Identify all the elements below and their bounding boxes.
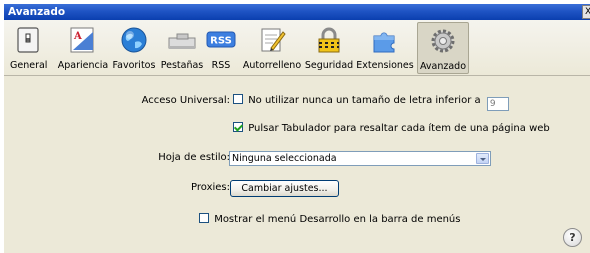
help-button[interactable]: ? — [563, 228, 582, 247]
tabs-icon — [167, 26, 197, 54]
tab-autorrelleno-label: Autorrelleno — [242, 60, 302, 71]
tab-highlight-text: Pulsar Tabulador para resaltar cada ítem… — [248, 123, 550, 134]
develop-menu-text: Mostrar el menú Desarrollo en la barra d… — [214, 214, 461, 225]
develop-menu-checkbox[interactable] — [199, 213, 209, 223]
switch-icon — [13, 26, 43, 54]
change-settings-button[interactable]: Cambiar ajustes... — [230, 180, 339, 197]
tab-extensiones[interactable]: Extensiones — [355, 22, 415, 74]
window-title: Avanzado — [8, 6, 66, 18]
tab-extensiones-label: Extensiones — [356, 60, 414, 71]
preferences-toolbar: General A Apariencia Favoritos Pestañas … — [4, 20, 590, 76]
tab-general-label: General — [10, 60, 48, 71]
tab-seguridad[interactable]: Seguridad — [304, 22, 354, 74]
svg-text:A: A — [73, 31, 82, 42]
stylesheet-value: Ninguna seleccionada — [232, 153, 337, 164]
proxies-label: Proxies: — [191, 182, 230, 193]
tab-rss[interactable]: RSS RSS — [206, 22, 236, 74]
tab-avanzado[interactable]: Avanzado — [417, 22, 469, 74]
tab-favoritos-label: Favoritos — [112, 60, 156, 71]
lock-icon — [314, 26, 344, 54]
min-font-text: No utilizar nunca un tamaño de letra inf… — [248, 95, 481, 106]
tab-highlight-checkbox[interactable] — [233, 122, 243, 132]
advanced-settings-panel: Acceso Universal: No utilizar nunca un t… — [4, 77, 590, 253]
tab-rss-label: RSS — [211, 60, 231, 71]
gear-icon — [428, 27, 458, 55]
tab-general[interactable]: General — [10, 22, 48, 74]
close-button[interactable]: X — [582, 5, 590, 19]
tab-favoritos[interactable]: Favoritos — [110, 22, 158, 74]
rss-icon: RSS — [206, 26, 236, 54]
tab-pestanas[interactable]: Pestañas — [158, 22, 206, 74]
pencil-form-icon — [257, 26, 287, 54]
chevron-down-icon[interactable] — [476, 153, 489, 164]
font-icon: A — [68, 26, 98, 54]
tab-apariencia-label: Apariencia — [57, 60, 109, 71]
tab-autorrelleno[interactable]: Autorrelleno — [240, 22, 304, 74]
develop-menu-option[interactable]: Mostrar el menú Desarrollo en la barra d… — [199, 213, 460, 225]
title-bar[interactable]: Avanzado X — [4, 4, 590, 20]
puzzle-icon — [370, 26, 400, 54]
tab-avanzado-label: Avanzado — [419, 61, 467, 72]
tab-seguridad-label: Seguridad — [304, 60, 354, 71]
globe-icon — [119, 26, 149, 54]
min-font-option[interactable]: No utilizar nunca un tamaño de letra inf… — [233, 94, 509, 111]
tab-highlight-option[interactable]: Pulsar Tabulador para resaltar cada ítem… — [233, 122, 550, 134]
tab-pestanas-label: Pestañas — [160, 60, 204, 71]
stylesheet-label: Hoja de estilo: — [158, 152, 230, 163]
rss-badge: RSS — [210, 36, 232, 47]
stylesheet-select[interactable]: Ninguna seleccionada — [229, 151, 491, 166]
tab-apariencia[interactable]: A Apariencia — [56, 22, 110, 74]
accessibility-label: Acceso Universal: — [141, 95, 230, 106]
preferences-window: Avanzado X General A Apariencia Favorito… — [4, 4, 590, 253]
min-font-size-field[interactable]: 9 — [486, 97, 509, 111]
min-font-checkbox[interactable] — [233, 94, 243, 104]
